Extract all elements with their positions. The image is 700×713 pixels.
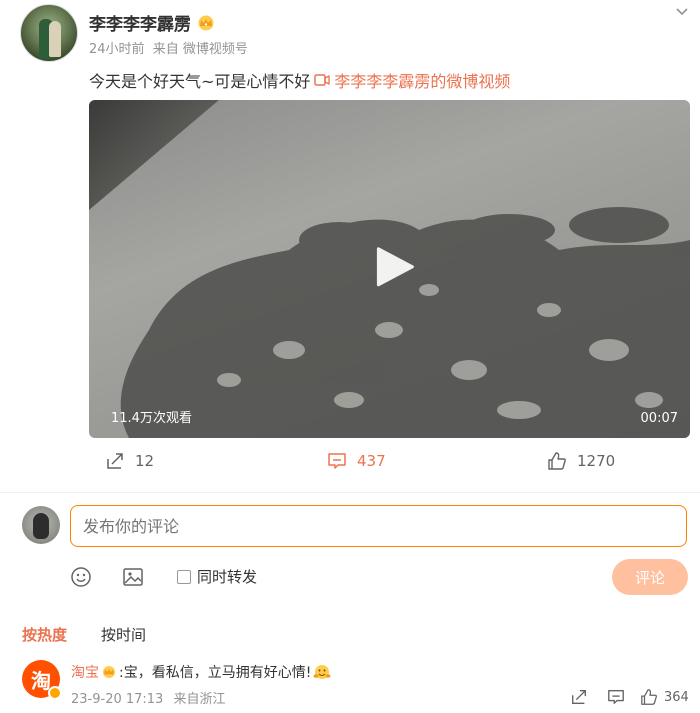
- comment-input[interactable]: [70, 505, 687, 547]
- video-link-icon: [314, 74, 331, 86]
- hug-emoji-icon: [313, 665, 331, 679]
- comment-icon: [608, 690, 624, 704]
- comment-content: 淘宝 :宝，看私信，立马拥有好心情!: [71, 662, 331, 682]
- repost-checkbox[interactable]: 同时转发: [177, 566, 257, 587]
- video-link-label[interactable]: 李李李李霹雳的微博视频: [334, 68, 510, 92]
- submit-comment-button[interactable]: 评论: [612, 559, 688, 595]
- comment-share-button[interactable]: [570, 688, 588, 706]
- video-link[interactable]: 李李李李霹雳的微博视频: [314, 68, 510, 92]
- share-button[interactable]: 12: [105, 450, 154, 472]
- comment-like-count: 364: [664, 689, 689, 705]
- my-avatar[interactable]: [22, 506, 60, 544]
- checkbox-box[interactable]: [177, 569, 191, 584]
- video-duration: 00:07: [640, 411, 678, 426]
- verified-badge-icon: [48, 686, 62, 700]
- post-time[interactable]: 24小时前: [89, 42, 145, 57]
- author-name-row: 李李李李霹雳: [89, 10, 216, 35]
- post-meta: 24小时前 来自 微博视频号: [89, 38, 252, 57]
- play-icon[interactable]: [372, 245, 416, 289]
- author-name[interactable]: 李李李李霹雳: [89, 10, 191, 35]
- comment-avatar[interactable]: 淘: [22, 660, 62, 700]
- comment-count: 437: [357, 452, 386, 470]
- author-avatar[interactable]: [20, 4, 78, 62]
- comment-button[interactable]: 437: [327, 450, 386, 472]
- tab-sort-time[interactable]: 按时间: [101, 624, 146, 645]
- share-icon: [107, 453, 123, 469]
- like-icon: [641, 689, 658, 705]
- divider: [0, 492, 700, 493]
- comment-text: :宝，看私信，立马拥有好心情!: [119, 665, 312, 681]
- post-source: 来自 微博视频号: [152, 42, 248, 57]
- comment-icon: [328, 453, 346, 469]
- view-count: 11.4万次观看: [111, 411, 192, 426]
- comment-reply-button[interactable]: [607, 688, 625, 706]
- like-button[interactable]: 1270: [547, 450, 615, 472]
- post-text: 今天是个好天气~可是心情不好 李李李李霹雳的微博视频: [89, 68, 510, 92]
- post-text-body: 今天是个好天气~可是心情不好: [89, 72, 311, 91]
- tab-sort-hot[interactable]: 按热度: [22, 624, 67, 645]
- image-icon[interactable]: [122, 566, 144, 588]
- comment-author[interactable]: 淘宝: [71, 662, 99, 682]
- comment-like-button[interactable]: 364: [640, 688, 689, 706]
- comment-date: 23-9-20 17:13: [71, 692, 164, 707]
- crown-icon: [198, 15, 214, 30]
- comment-location: 来自浙江: [173, 692, 226, 707]
- share-icon: [572, 690, 586, 704]
- like-icon: [548, 452, 566, 470]
- share-count: 12: [135, 452, 155, 470]
- video-player[interactable]: 11.4万次观看 00:07: [89, 100, 690, 438]
- more-icon[interactable]: [674, 4, 690, 20]
- comment-meta: 23-9-20 17:13 来自浙江: [71, 688, 232, 707]
- crown-icon: [103, 666, 115, 678]
- comment-sort-tabs: 按热度 按时间: [22, 624, 146, 645]
- like-count: 1270: [577, 452, 616, 470]
- repost-label: 同时转发: [197, 568, 258, 586]
- emoji-icon[interactable]: [70, 566, 92, 588]
